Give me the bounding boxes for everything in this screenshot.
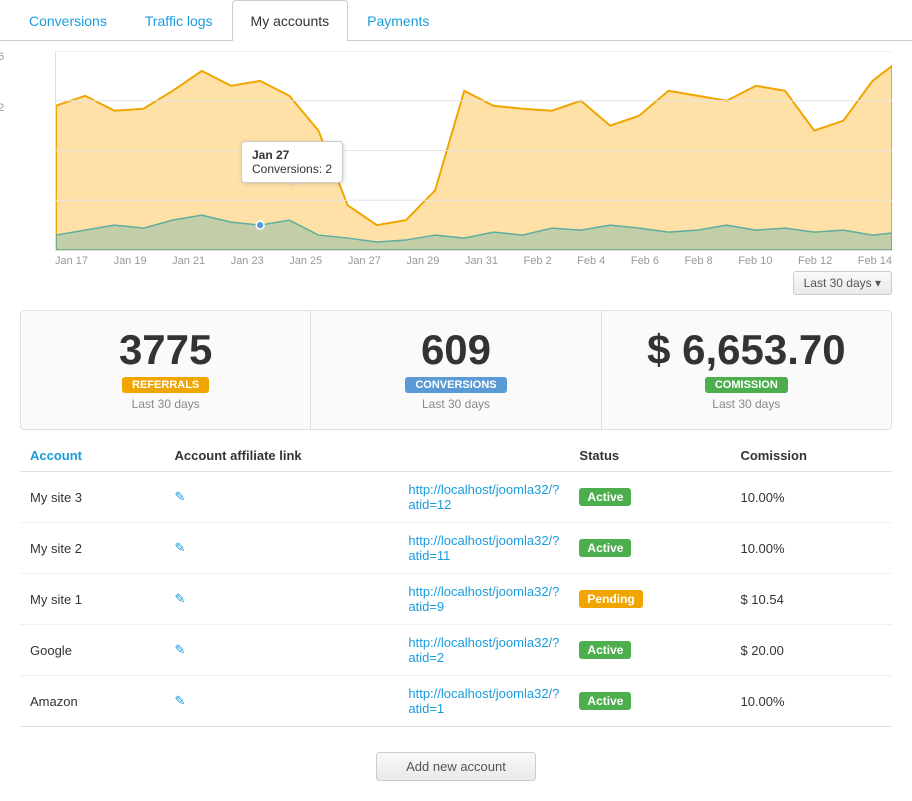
stat-sublabel: Last 30 days (31, 397, 300, 411)
edit-cell: ✎ (165, 523, 399, 574)
tab-conversions[interactable]: Conversions (10, 0, 126, 41)
stat-badge: REFERRALS (122, 377, 209, 393)
col-header-3: Status (569, 440, 730, 472)
col-header-0: Account (20, 440, 165, 472)
bottom-area: Add new account (0, 737, 912, 801)
table-row: My site 2 ✎ http://localhost/joomla32/?ati… (20, 523, 892, 574)
status-cell: Active (569, 472, 730, 523)
commission-value: 10.00% (730, 472, 892, 523)
commission-value: $ 10.54 (730, 574, 892, 625)
stat-badge: COMISSION (705, 377, 788, 393)
status-badge: Active (579, 488, 631, 506)
commission-value: $ 20.00 (730, 625, 892, 676)
account-name: Amazon (20, 676, 165, 727)
affiliate-link[interactable]: http://localhost/joomla32/?atid=2 (408, 635, 559, 665)
affiliate-link-cell: http://localhost/joomla32/?atid=9 (398, 574, 569, 625)
stat-item-referrals: 3775 REFERRALS Last 30 days (21, 311, 311, 429)
affiliate-link[interactable]: http://localhost/joomla32/?atid=12 (408, 482, 559, 512)
y-axis: 16 12 8 4 0 (0, 51, 4, 267)
x-axis: Jan 17 Jan 19 Jan 21 Jan 23 Jan 25 Jan 2… (55, 255, 892, 267)
stat-sublabel: Last 30 days (321, 397, 590, 411)
edit-cell: ✎ (165, 676, 399, 727)
stat-item-conversions: 609 CONVERSIONS Last 30 days (311, 311, 601, 429)
tab-traffic-logs[interactable]: Traffic logs (126, 0, 232, 41)
add-account-button[interactable]: Add new account (376, 752, 536, 781)
status-badge: Pending (579, 590, 642, 608)
accounts-table: AccountAccount affiliate link StatusComis… (20, 440, 892, 727)
status-cell: Active (569, 523, 730, 574)
chart-container: Jan 27 Conversions: 2 16 12 8 4 0 Jan 17… (0, 41, 912, 300)
account-name: Google (20, 625, 165, 676)
edit-icon[interactable]: ✎ (175, 489, 193, 505)
table-row: My site 1 ✎ http://localhost/joomla32/?ati… (20, 574, 892, 625)
affiliate-link-cell: http://localhost/joomla32/?atid=12 (398, 472, 569, 523)
affiliate-link-cell: http://localhost/joomla32/?atid=1 (398, 676, 569, 727)
status-badge: Active (579, 539, 631, 557)
commission-value: 10.00% (730, 676, 892, 727)
date-filter-button[interactable]: Last 30 days ▾ (793, 271, 892, 295)
affiliate-link-cell: http://localhost/joomla32/?atid=2 (398, 625, 569, 676)
status-cell: Active (569, 676, 730, 727)
commission-value: 10.00% (730, 523, 892, 574)
table-row: My site 3 ✎ http://localhost/joomla32/?ati… (20, 472, 892, 523)
edit-cell: ✎ (165, 472, 399, 523)
col-header-4: Comission (730, 440, 892, 472)
account-name: My site 2 (20, 523, 165, 574)
tab-my-accounts[interactable]: My accounts (232, 0, 349, 41)
stat-number: 3775 (31, 329, 300, 371)
tabs-bar: ConversionsTraffic logsMy accountsPaymen… (0, 0, 912, 41)
stats-bar: 3775 REFERRALS Last 30 days 609 CONVERSI… (20, 310, 892, 430)
account-name: My site 1 (20, 574, 165, 625)
edit-icon[interactable]: ✎ (175, 693, 193, 709)
edit-cell: ✎ (165, 625, 399, 676)
table-row: Google ✎ http://localhost/joomla32/?atid=2… (20, 625, 892, 676)
affiliate-link-cell: http://localhost/joomla32/?atid=11 (398, 523, 569, 574)
affiliate-link[interactable]: http://localhost/joomla32/?atid=11 (408, 533, 559, 563)
col-header-1: Account affiliate link (165, 440, 399, 472)
status-cell: Pending (569, 574, 730, 625)
col-header-2 (398, 440, 569, 472)
stat-badge: CONVERSIONS (405, 377, 506, 393)
table-row: Amazon ✎ http://localhost/joomla32/?atid=1… (20, 676, 892, 727)
chart-area: Jan 27 Conversions: 2 (55, 51, 892, 251)
stat-item-comission: $ 6,653.70 COMISSION Last 30 days (602, 311, 891, 429)
edit-icon[interactable]: ✎ (175, 591, 193, 607)
stat-number: 609 (321, 329, 590, 371)
edit-cell: ✎ (165, 574, 399, 625)
status-badge: Active (579, 641, 631, 659)
affiliate-link[interactable]: http://localhost/joomla32/?atid=9 (408, 584, 559, 614)
edit-icon[interactable]: ✎ (175, 540, 193, 556)
affiliate-link[interactable]: http://localhost/joomla32/?atid=1 (408, 686, 559, 716)
stat-sublabel: Last 30 days (612, 397, 881, 411)
account-name: My site 3 (20, 472, 165, 523)
tab-payments[interactable]: Payments (348, 0, 448, 41)
status-badge: Active (579, 692, 631, 710)
stat-number: $ 6,653.70 (612, 329, 881, 371)
status-cell: Active (569, 625, 730, 676)
edit-icon[interactable]: ✎ (175, 642, 193, 658)
